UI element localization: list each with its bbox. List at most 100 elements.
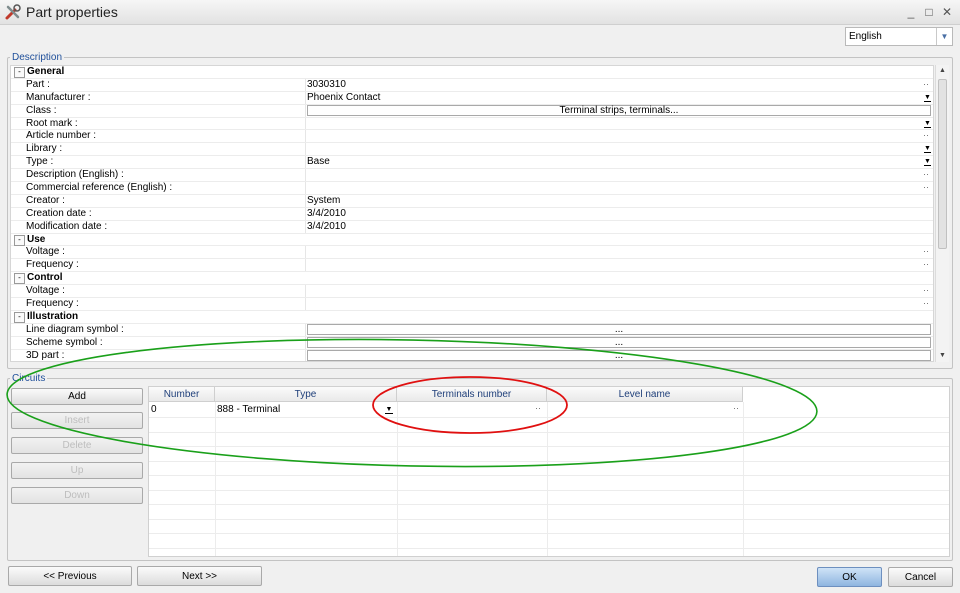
ellipsis-icon[interactable]: ··: [923, 129, 929, 141]
property-row[interactable]: Frequency : ··: [11, 258, 933, 273]
dropdown-arrow-icon[interactable]: ▼: [924, 120, 931, 128]
collapse-icon[interactable]: -: [14, 234, 25, 246]
property-row[interactable]: Part : 3030310 ··: [11, 78, 933, 92]
property-scrollbar[interactable]: ▲ ▼: [935, 65, 949, 362]
property-value-button[interactable]: ...: [307, 323, 931, 335]
add-button[interactable]: Add: [11, 388, 143, 405]
property-label: Control: [27, 272, 63, 284]
property-row[interactable]: Frequency : ··: [11, 298, 933, 311]
property-category[interactable]: - General: [11, 66, 933, 79]
collapse-icon[interactable]: -: [14, 311, 25, 323]
property-label: Scheme symbol :: [26, 336, 103, 348]
property-label: Frequency :: [26, 298, 79, 310]
property-label: Article number :: [26, 130, 97, 142]
property-value-button[interactable]: Terminal strips, terminals...: [307, 104, 931, 116]
property-row[interactable]: Voltage : ··: [11, 284, 933, 299]
property-label: Voltage :: [26, 246, 65, 258]
property-row[interactable]: Voltage : ··: [11, 245, 933, 260]
title-bar: Part properties _ □ ✕: [0, 0, 960, 25]
property-label: Part :: [26, 78, 50, 90]
ellipsis-icon[interactable]: ··: [923, 168, 929, 180]
next-button[interactable]: Next >>: [137, 566, 262, 586]
chevron-down-icon[interactable]: ▼: [936, 28, 952, 45]
property-category[interactable]: - Use: [11, 234, 933, 247]
dropdown-arrow-icon[interactable]: ▼: [924, 94, 931, 102]
property-row[interactable]: Scheme symbol :...: [11, 336, 933, 350]
collapse-icon[interactable]: -: [14, 67, 25, 78]
property-value[interactable]: 3/4/2010: [307, 221, 346, 233]
maximize-button[interactable]: □: [922, 5, 936, 19]
property-row[interactable]: Commercial reference (English) : ··: [11, 182, 933, 195]
scroll-down-icon[interactable]: ▼: [936, 350, 949, 362]
property-row[interactable]: Modification date : 3/4/2010: [11, 220, 933, 234]
property-value-button[interactable]: ...: [307, 349, 931, 361]
scroll-up-icon[interactable]: ▲: [936, 65, 949, 77]
property-category[interactable]: - Control: [11, 272, 933, 286]
property-value[interactable]: System: [307, 195, 340, 207]
description-legend: Description: [12, 52, 63, 63]
dropdown-arrow-icon[interactable]: ▼: [924, 145, 931, 154]
property-value[interactable]: 3030310: [307, 79, 346, 91]
property-row[interactable]: Library : ▼: [11, 143, 933, 157]
row-type[interactable]: 888 - Terminal: [217, 403, 280, 417]
terminals-ellipsis-icon[interactable]: ··: [535, 401, 541, 415]
property-row[interactable]: 3D part :...: [11, 349, 933, 361]
property-label: Voltage :: [26, 285, 65, 297]
property-label: Modification date :: [26, 220, 108, 232]
property-label: Illustration: [27, 310, 79, 322]
property-label: Description (English) :: [26, 169, 124, 181]
property-row[interactable]: Creator : System: [11, 194, 933, 208]
previous-button[interactable]: << Previous: [8, 566, 132, 586]
level-ellipsis-icon[interactable]: ··: [733, 401, 739, 415]
delete-button[interactable]: Delete: [11, 437, 143, 454]
column-header-terminals-number[interactable]: Terminals number: [397, 387, 547, 402]
property-label: 3D part :: [26, 349, 65, 361]
up-button[interactable]: Up: [11, 462, 143, 479]
column-header-level-name[interactable]: Level name: [547, 387, 743, 402]
property-row[interactable]: Manufacturer : Phoenix Contact ▼: [11, 91, 933, 105]
collapse-icon[interactable]: -: [14, 273, 25, 285]
down-button[interactable]: Down: [11, 487, 143, 504]
dropdown-arrow-icon[interactable]: ▼: [924, 158, 931, 167]
property-row[interactable]: Class : Terminal strips, terminals...: [11, 104, 933, 118]
column-header-type[interactable]: Type: [215, 387, 397, 402]
cancel-button[interactable]: Cancel: [888, 567, 953, 587]
language-select[interactable]: English ▼: [845, 27, 953, 46]
scroll-thumb[interactable]: [938, 79, 947, 249]
circuits-legend: Circuits: [12, 373, 46, 384]
ok-button[interactable]: OK: [817, 567, 882, 587]
property-label: Creation date :: [26, 207, 92, 219]
property-value[interactable]: 3/4/2010: [307, 208, 346, 220]
insert-button[interactable]: Insert: [11, 412, 143, 429]
property-label: Commercial reference (English) :: [26, 182, 173, 194]
ellipsis-icon[interactable]: ··: [923, 181, 929, 193]
property-label: Class :: [26, 104, 57, 116]
property-label: General: [27, 66, 65, 77]
property-value-button[interactable]: ...: [307, 336, 931, 348]
property-row[interactable]: Description (English) : ··: [11, 168, 933, 183]
property-label: Type :: [26, 156, 54, 168]
column-header-number[interactable]: Number: [149, 387, 215, 402]
property-row[interactable]: Root mark : ▼: [11, 117, 933, 131]
ellipsis-icon[interactable]: ··: [923, 245, 929, 257]
minimize-button[interactable]: _: [904, 5, 918, 19]
ellipsis-icon[interactable]: ··: [923, 284, 929, 296]
property-row[interactable]: Line diagram symbol :...: [11, 323, 933, 337]
property-category[interactable]: - Illustration: [11, 311, 933, 324]
property-label: Root mark :: [26, 117, 78, 129]
ellipsis-icon[interactable]: ··: [923, 78, 929, 90]
property-label: Library :: [26, 143, 63, 155]
property-label: Frequency :: [26, 259, 79, 271]
property-row[interactable]: Creation date : 3/4/2010: [11, 207, 933, 221]
circuits-table: Number Type Terminals number Level name …: [148, 386, 950, 557]
property-value[interactable]: Base: [307, 156, 330, 168]
property-value[interactable]: Phoenix Contact: [307, 92, 380, 104]
property-grid: - General Part :3030310 ·· Manufacturer : Pho…: [10, 65, 934, 362]
property-row[interactable]: Article number : ··: [11, 129, 933, 144]
row-number[interactable]: 0: [151, 403, 157, 417]
ellipsis-icon[interactable]: ··: [923, 258, 929, 270]
type-dropdown-icon[interactable]: ▼: [385, 406, 393, 414]
ellipsis-icon[interactable]: ··: [923, 297, 929, 309]
property-row[interactable]: Type : Base ▼: [11, 156, 933, 170]
close-button[interactable]: ✕: [940, 5, 954, 19]
